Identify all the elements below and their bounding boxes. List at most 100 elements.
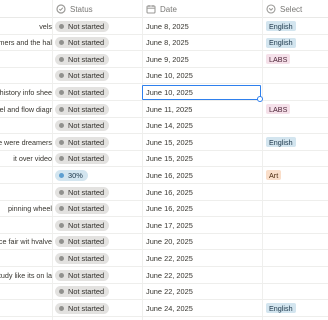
date-cell[interactable]: June 22, 2025: [146, 284, 193, 300]
date-cell[interactable]: June 16, 2025: [146, 201, 193, 217]
row-name-cell[interactable]: [0, 250, 52, 266]
date-column-header[interactable]: Date: [146, 0, 177, 18]
select-cell[interactable]: English: [266, 35, 296, 51]
table-row[interactable]: eel and flow diagr Not started June 11, 20…: [0, 101, 328, 118]
date-cell[interactable]: June 9, 2025: [146, 51, 189, 67]
table-row[interactable]: Not started June 22, 2025: [0, 284, 328, 301]
row-name-cell[interactable]: [0, 284, 52, 300]
select-cell[interactable]: LABS: [266, 101, 291, 117]
status-label: Not started: [68, 121, 105, 131]
date-cell[interactable]: June 24, 2025: [146, 300, 193, 316]
row-name-cell[interactable]: pinning wheel: [0, 201, 52, 217]
row-name-cell[interactable]: study like its on la: [0, 267, 52, 283]
row-name-cell[interactable]: vels: [0, 18, 52, 34]
status-dot-icon: [59, 56, 64, 62]
date-cell[interactable]: June 15, 2025: [146, 151, 193, 167]
status-cell[interactable]: Not started: [55, 250, 110, 266]
select-cell[interactable]: English: [266, 300, 296, 316]
status-cell[interactable]: Not started: [55, 134, 110, 150]
table-row[interactable]: Not started June 17, 2025: [0, 217, 328, 234]
status-badge: Not started: [55, 37, 110, 49]
table-row[interactable]: vels Not started June 8, 2025 English: [0, 18, 328, 35]
status-dot-icon: [59, 189, 64, 195]
date-cell[interactable]: June 15, 2025: [146, 134, 193, 150]
status-column-header[interactable]: Status: [56, 0, 93, 18]
row-name-cell[interactable]: [0, 300, 52, 316]
status-dot-icon: [59, 40, 64, 46]
table-row[interactable]: pinning wheel Not started June 16, 2025: [0, 201, 328, 218]
status-cell[interactable]: Not started: [55, 234, 110, 250]
row-name-cell[interactable]: it over video: [0, 151, 52, 167]
date-cell[interactable]: June 22, 2025: [146, 267, 193, 283]
row-name-cell[interactable]: [0, 167, 52, 183]
status-label: Not started: [68, 204, 105, 214]
status-badge: Not started: [55, 203, 110, 215]
date-cell[interactable]: June 22, 2025: [146, 250, 193, 266]
date-value: June 15, 2025: [146, 137, 193, 147]
select-cell[interactable]: LABS: [266, 51, 291, 67]
row-name-cell[interactable]: eel and flow diagr: [0, 101, 52, 117]
row-name-cell[interactable]: rmers and the hal: [0, 35, 52, 51]
table-row[interactable]: 30% June 16, 2025 Art: [0, 167, 328, 184]
status-cell[interactable]: Not started: [55, 284, 110, 300]
select-cell[interactable]: Art: [266, 167, 282, 183]
table-row[interactable]: Not started June 22, 2025: [0, 250, 328, 267]
status-cell[interactable]: Not started: [55, 300, 110, 316]
status-badge: Not started: [55, 86, 110, 98]
row-name-text: study like its on la: [0, 270, 52, 280]
table-row[interactable]: Not started June 14, 2025: [0, 118, 328, 135]
status-cell[interactable]: Not started: [55, 151, 110, 167]
status-label: Not started: [68, 187, 105, 197]
row-name-text: re were dreamers: [0, 137, 52, 147]
status-label: Not started: [68, 38, 105, 48]
status-cell[interactable]: Not started: [55, 118, 110, 134]
status-label: Not started: [68, 270, 105, 280]
status-cell[interactable]: Not started: [55, 217, 110, 233]
status-badge: Not started: [55, 302, 110, 314]
table-row[interactable]: rmers and the hal Not started June 8, 2025…: [0, 35, 328, 52]
status-cell[interactable]: Not started: [55, 18, 110, 34]
select-column-header[interactable]: Select: [266, 0, 302, 18]
status-cell[interactable]: Not started: [55, 184, 110, 200]
status-cell[interactable]: Not started: [55, 101, 110, 117]
row-name-cell[interactable]: [0, 68, 52, 84]
date-cell[interactable]: June 14, 2025: [146, 118, 193, 134]
row-name-text: r history info shee: [0, 87, 52, 97]
row-name-cell[interactable]: [0, 184, 52, 200]
date-cell[interactable]: June 17, 2025: [146, 217, 193, 233]
row-name-cell[interactable]: [0, 118, 52, 134]
table-row[interactable]: Not started June 9, 2025 LABS: [0, 51, 328, 68]
row-name-text: vels: [39, 21, 52, 31]
row-name-cell[interactable]: [0, 217, 52, 233]
status-cell[interactable]: Not started: [55, 35, 110, 51]
row-name-cell[interactable]: re were dreamers: [0, 134, 52, 150]
date-cell[interactable]: June 16, 2025: [146, 167, 193, 183]
date-cell[interactable]: June 8, 2025: [146, 18, 189, 34]
date-cell[interactable]: June 8, 2025: [146, 35, 189, 51]
select-cell[interactable]: English: [266, 134, 296, 150]
table-row[interactable]: Not started June 16, 2025: [0, 184, 328, 201]
status-cell[interactable]: Not started: [55, 84, 110, 100]
row-name-cell[interactable]: [0, 51, 52, 67]
date-cell[interactable]: June 11, 2025: [146, 101, 192, 117]
date-cell[interactable]: June 16, 2025: [146, 184, 193, 200]
table-row[interactable]: it over video Not started June 15, 2025: [0, 151, 328, 168]
date-cell[interactable]: June 20, 2025: [146, 234, 193, 250]
status-cell[interactable]: Not started: [55, 201, 110, 217]
status-cell[interactable]: Not started: [55, 68, 110, 84]
status-cell[interactable]: Not started: [55, 51, 110, 67]
row-name-cell[interactable]: r history info shee: [0, 84, 52, 100]
table-row[interactable]: re were dreamers Not started June 15, 2025…: [0, 134, 328, 151]
row-name-text: it over video: [13, 154, 52, 164]
status-cell[interactable]: Not started: [55, 267, 110, 283]
status-badge: Not started: [55, 53, 110, 65]
date-cell[interactable]: June 10, 2025: [146, 68, 193, 84]
date-value: June 10, 2025: [146, 71, 193, 81]
table-row[interactable]: Not started June 10, 2025: [0, 68, 328, 85]
table-row[interactable]: Not started June 24, 2025 English: [0, 300, 328, 317]
table-row[interactable]: ce fair wit hvalve Not started June 20, 20…: [0, 234, 328, 251]
status-cell[interactable]: 30%: [55, 167, 88, 183]
table-row[interactable]: study like its on la Not started June 22, …: [0, 267, 328, 284]
select-cell[interactable]: English: [266, 18, 296, 34]
row-name-cell[interactable]: ce fair wit hvalve: [0, 234, 52, 250]
